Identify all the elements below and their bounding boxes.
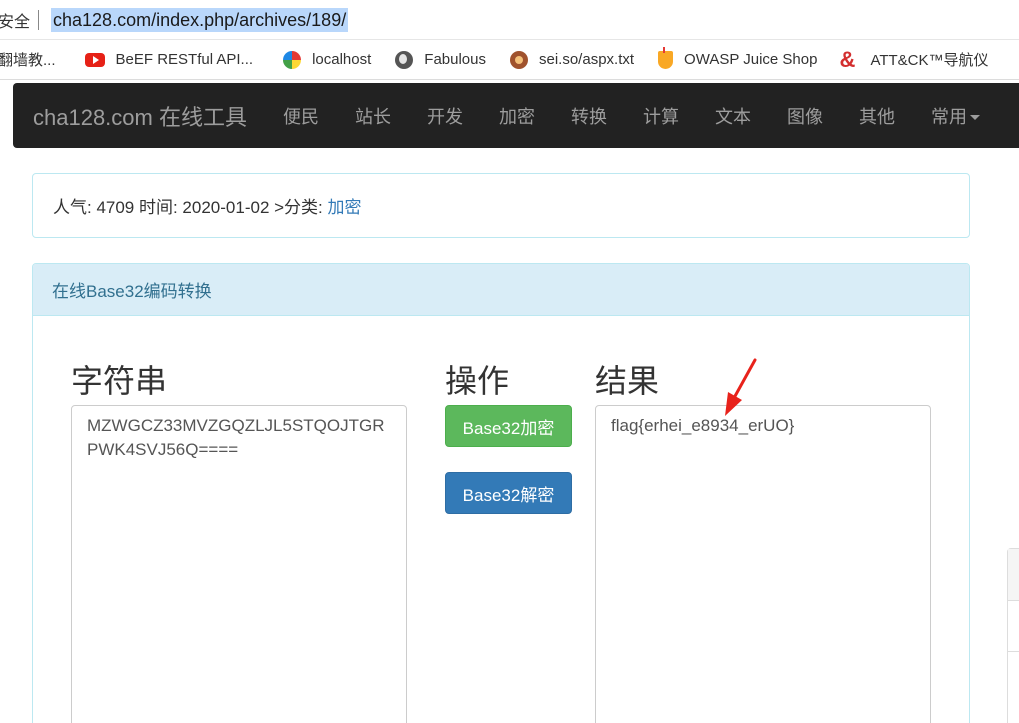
youtube-icon — [84, 52, 105, 67]
bookmark-fabulous[interactable]: Fabulous — [395, 40, 486, 79]
base32-tool-panel: 在线Base32编码转换 字符串 MZWGCZ33MVZGQZLJL5STQOJ… — [32, 263, 970, 723]
bookmark-label: sei.so/aspx.txt — [539, 51, 635, 68]
nav-dropdown-label: 常用 — [930, 106, 967, 127]
bookmark-label: OWASP Juice Shop — [684, 51, 818, 68]
bookmark-label: Fabulous — [424, 51, 486, 68]
caret-down-icon — [969, 115, 980, 121]
category-link[interactable]: 加密 — [328, 193, 362, 218]
nav-item-qita[interactable]: 其他 — [841, 103, 913, 129]
input-textarea[interactable]: MZWGCZ33MVZGQZLJL5STQOJTGRPWK4SVJ56Q==== — [71, 405, 407, 723]
bookmark-label: localhost — [312, 51, 372, 68]
url-text[interactable]: cha128.com/index.php/archives/189/ — [51, 7, 349, 32]
result-textarea[interactable]: flag{erhei_e8934_erUO} — [595, 405, 931, 723]
action-heading: 操作 — [445, 363, 510, 399]
address-bar[interactable]: 安全 cha128.com/index.php/archives/189/ — [0, 0, 1019, 40]
bookmark-beef[interactable]: BeEF RESTful API... — [84, 40, 254, 79]
nav-item-changyong-dropdown[interactable]: 常用 — [913, 103, 998, 129]
side-panel-fragment — [1007, 548, 1019, 723]
bookmark-localhost[interactable]: localhost — [283, 40, 372, 79]
bookmark-attck[interactable]: & ATT&CK™导航仪 — [839, 40, 989, 79]
nav-item-jisuan[interactable]: 计算 — [625, 103, 697, 129]
nav-item-wenben[interactable]: 文本 — [697, 103, 769, 129]
security-indicator[interactable]: 安全 — [0, 8, 30, 32]
nav-item-jiami[interactable]: 加密 — [481, 103, 553, 129]
sei-icon — [510, 50, 528, 69]
ampersand-icon: & — [839, 46, 856, 72]
red-arrow-annotation — [725, 358, 757, 416]
nav-item-zhanzhang[interactable]: 站长 — [337, 103, 409, 129]
bookmark-label: 翻墙教... — [0, 52, 56, 69]
colorful-logo-icon — [283, 50, 302, 69]
bookmark-sei[interactable]: sei.so/aspx.txt — [510, 40, 635, 79]
result-heading: 结果 — [595, 363, 660, 399]
input-heading: 字符串 — [71, 363, 168, 399]
bookmark-label: ATT&CK™导航仪 — [870, 52, 989, 69]
article-info: 人气: 4709 时间: 2020-01-02 >分类: 加密 — [32, 173, 970, 238]
juice-icon — [658, 46, 674, 69]
site-brand[interactable]: cha128.com 在线工具 — [33, 100, 247, 132]
site-navbar: cha128.com 在线工具 便民 站长 开发 加密 转换 计算 文本 图像 … — [13, 83, 1019, 148]
bookmark-fanqiang[interactable]: 翻墙教... — [0, 40, 56, 79]
address-divider — [38, 9, 40, 30]
nav-item-tuxiang[interactable]: 图像 — [769, 103, 841, 129]
bookmark-label: BeEF RESTful API... — [115, 51, 254, 68]
bookmarks-bar: 翻墙教... BeEF RESTful API... localhost Fab… — [0, 40, 1019, 80]
globe-icon — [395, 50, 414, 69]
base32-decode-button[interactable]: Base32解密 — [445, 472, 572, 514]
info-text: 人气: 4709 时间: 2020-01-02 >分类: — [53, 198, 328, 217]
bookmark-juice-shop[interactable]: OWASP Juice Shop — [658, 40, 818, 79]
nav-item-bianmin[interactable]: 便民 — [265, 103, 337, 129]
nav-item-zhuanhuan[interactable]: 转换 — [553, 103, 625, 129]
base32-encode-button[interactable]: Base32加密 — [445, 405, 572, 447]
panel-title: 在线Base32编码转换 — [33, 264, 969, 316]
nav-item-kaifa[interactable]: 开发 — [409, 103, 481, 129]
